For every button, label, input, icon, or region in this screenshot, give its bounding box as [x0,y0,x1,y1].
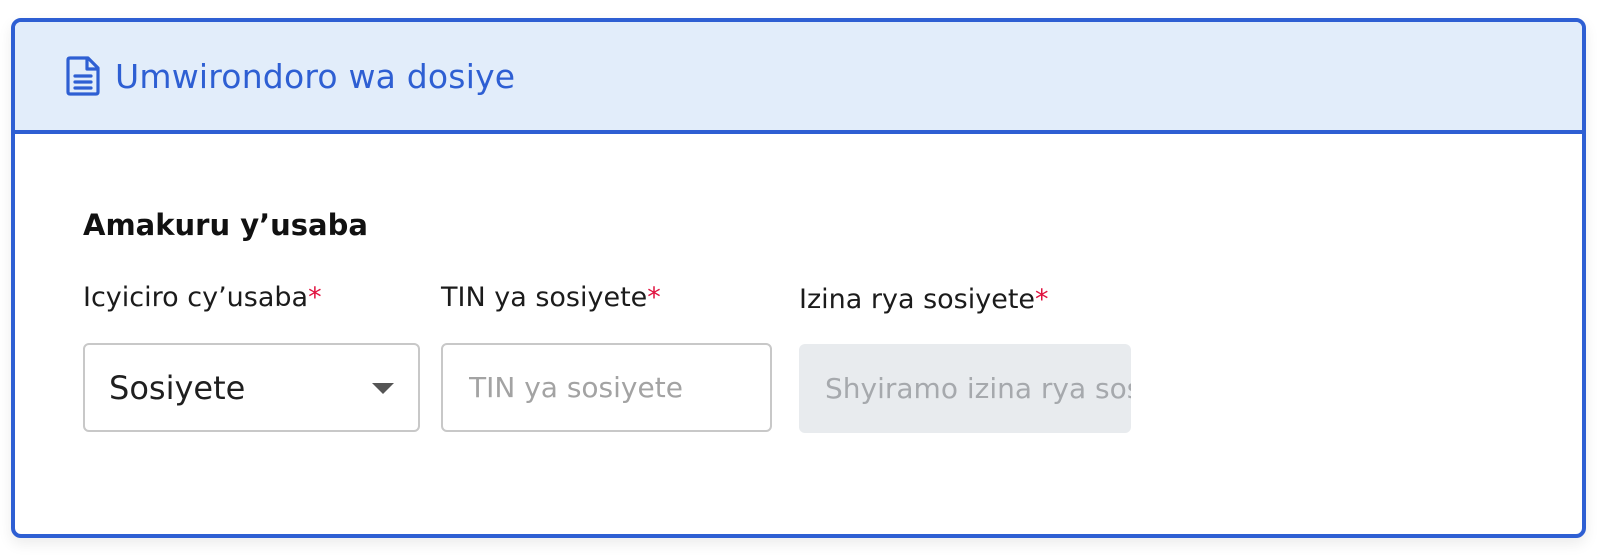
category-label: Icyiciro cy’usaba* [83,282,322,313]
chevron-down-icon [372,383,394,394]
card-header: Umwirondoro wa dosiye [15,22,1582,134]
required-mark: * [308,282,322,313]
file-text-icon [65,56,101,96]
tin-input[interactable] [441,343,772,432]
category-select[interactable]: Sosiyete [83,343,420,432]
tin-label: TIN ya sosiyete* [441,282,661,313]
category-select-value: Sosiyete [109,368,246,407]
company-name-input [799,344,1131,433]
file-profile-card: Umwirondoro wa dosiye Amakuru y’usaba Ic… [11,18,1586,538]
company-name-label: Izina rya sosiyete* [799,284,1049,315]
company-name-label-text: Izina rya sosiyete [799,284,1036,315]
card-title: Umwirondoro wa dosiye [115,56,516,96]
tin-label-text: TIN ya sosiyete [441,282,648,313]
category-label-text: Icyiciro cy’usaba [83,282,309,313]
section-title: Amakuru y’usaba [83,208,368,242]
required-mark: * [1035,284,1049,315]
required-mark: * [647,282,661,313]
